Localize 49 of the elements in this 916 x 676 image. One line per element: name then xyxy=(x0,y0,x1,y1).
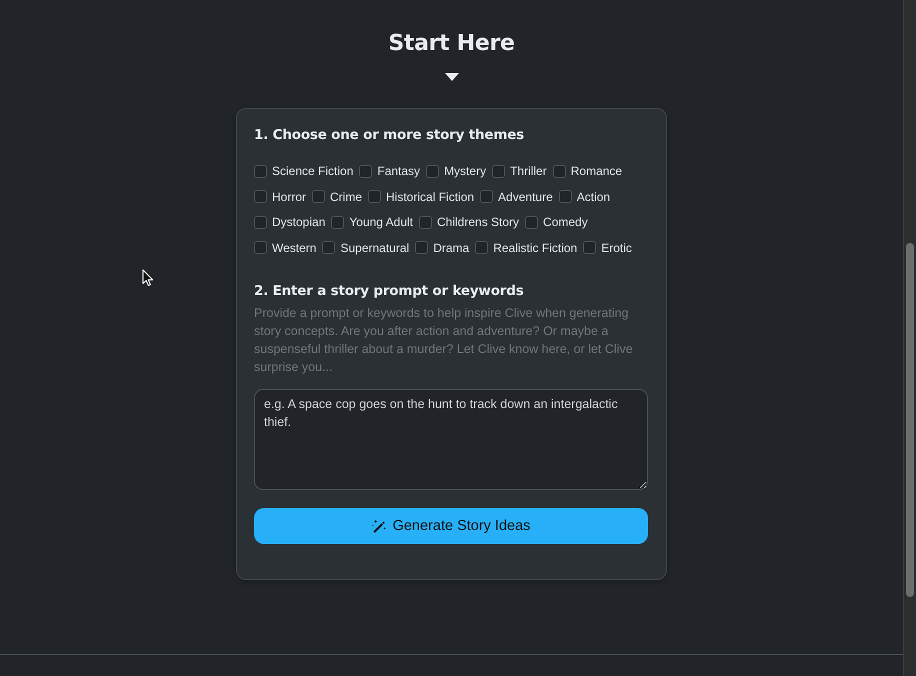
theme-label[interactable]: Mystery xyxy=(444,164,486,178)
theme-label[interactable]: Thriller xyxy=(510,164,547,178)
theme-checkbox[interactable] xyxy=(254,164,267,178)
theme-checkbox[interactable] xyxy=(419,216,432,229)
section-heading: 1. Choose one or more story themes xyxy=(254,126,526,145)
theme-label[interactable]: Childrens Story xyxy=(437,215,520,230)
theme-checkbox[interactable] xyxy=(254,241,267,254)
theme-label[interactable]: Dystopian xyxy=(272,215,326,230)
theme-checkbox[interactable] xyxy=(480,190,494,204)
theme-label[interactable]: Fantasy xyxy=(377,164,420,178)
theme-label[interactable]: Erotic xyxy=(601,240,632,255)
theme-label[interactable]: Adventure xyxy=(498,190,553,204)
theme-checkbox[interactable] xyxy=(254,216,267,229)
theme-checkbox[interactable] xyxy=(331,216,344,229)
theme-label[interactable]: Action xyxy=(576,190,610,204)
theme-checkbox[interactable] xyxy=(359,164,372,178)
scrollbar-thumb[interactable] xyxy=(906,243,914,597)
scrollbar-track[interactable] xyxy=(903,0,916,676)
magic-wand-icon xyxy=(372,518,387,534)
theme-checkbox[interactable] xyxy=(312,190,326,204)
theme-checkbox[interactable] xyxy=(254,190,267,204)
theme-label[interactable]: Young Adult xyxy=(349,215,413,230)
theme-label[interactable]: Historical Fiction xyxy=(386,190,474,204)
theme-checkbox[interactable] xyxy=(552,164,566,178)
theme-label[interactable]: Science Fiction xyxy=(272,164,354,178)
page-title: Start Here xyxy=(388,30,515,58)
theme-label[interactable]: Horror xyxy=(272,190,306,204)
theme-checkbox[interactable] xyxy=(492,164,506,178)
theme-label[interactable]: Western xyxy=(272,240,316,255)
theme-label[interactable]: Supernatural xyxy=(340,240,410,255)
generate-button[interactable]: Generate Story Ideas xyxy=(254,508,648,544)
theme-checkbox[interactable] xyxy=(558,190,572,204)
theme-label[interactable]: Realistic Fiction xyxy=(493,240,578,255)
theme-label[interactable]: Crime xyxy=(330,190,362,204)
section-description: Provide a prompt or keywords to help inspire Clive when generating story concepts. Are you after action and adventure? Or maybe a suspenseful thriller about a murder? Let Clive know here, or let Clive surprise you... xyxy=(254,305,634,376)
theme-checkbox[interactable] xyxy=(475,241,488,254)
theme-label[interactable]: Comedy xyxy=(543,215,588,230)
mouse-pointer-icon xyxy=(142,269,154,287)
theme-checkbox[interactable] xyxy=(415,241,428,254)
theme-checkbox[interactable] xyxy=(322,241,336,254)
theme-checkbox[interactable] xyxy=(426,164,440,178)
theme-label[interactable]: Drama xyxy=(433,240,470,255)
theme-checkbox[interactable] xyxy=(368,190,382,204)
theme-checkbox[interactable] xyxy=(525,216,538,229)
theme-label[interactable]: Romance xyxy=(570,164,622,178)
theme-checkbox[interactable] xyxy=(583,241,596,254)
caret-down-icon xyxy=(444,73,458,81)
prompt-textarea[interactable]: e.g. A space cop goes on the hunt to track down an intergalactic thief. xyxy=(254,389,648,490)
section-heading: 2. Enter a story prompt or keywords xyxy=(254,282,525,301)
